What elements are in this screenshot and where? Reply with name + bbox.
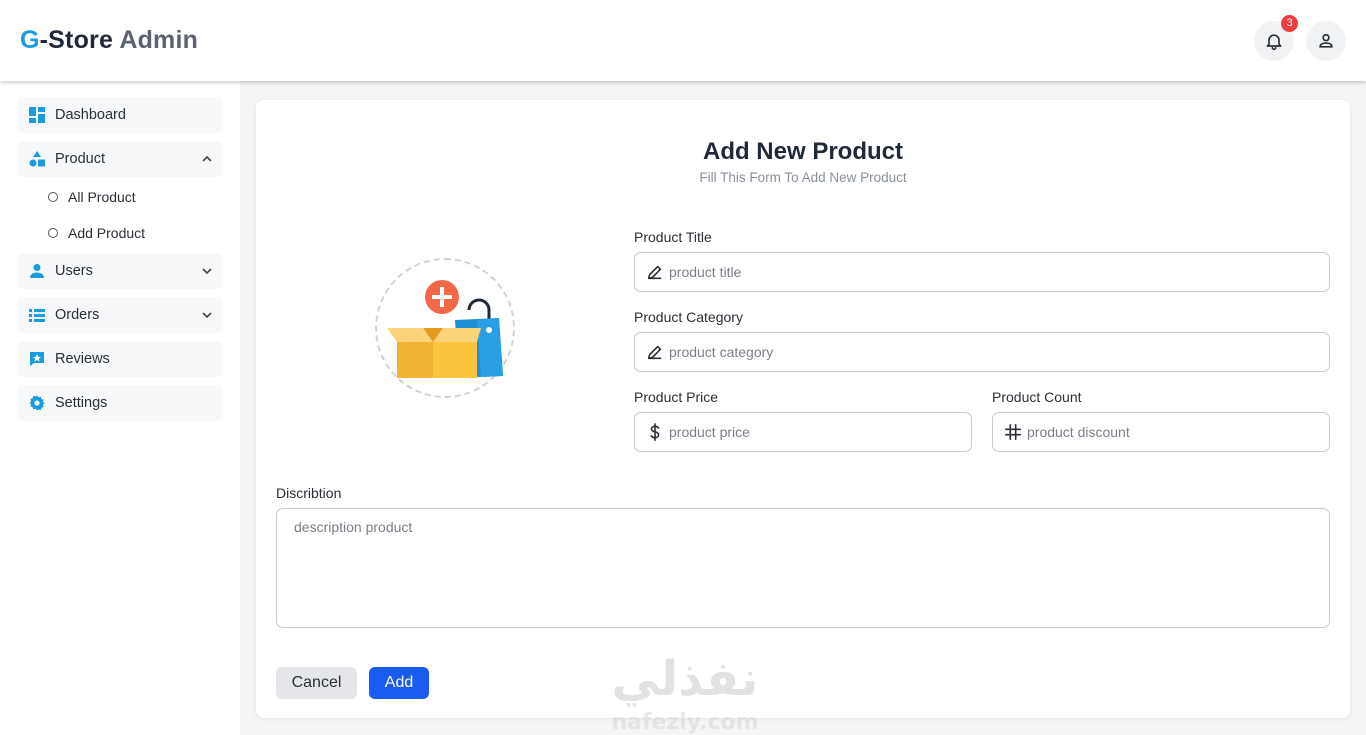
shapes-icon — [29, 151, 45, 167]
product-count-label: Product Count — [992, 389, 1082, 405]
app-logo[interactable]: G-Store Admin — [20, 26, 198, 55]
sidebar: Dashboard Product All Product Add Produc… — [0, 81, 240, 735]
sidebar-subitem-label: All Product — [68, 189, 136, 205]
logo-store: -Store — [39, 26, 114, 54]
product-price-input[interactable] — [669, 424, 938, 440]
product-category-label: Product Category — [634, 309, 743, 325]
product-count-input[interactable] — [1027, 424, 1296, 440]
product-title-field — [634, 252, 1330, 292]
sidebar-item-label: Users — [55, 263, 93, 279]
dashboard-icon — [29, 107, 45, 123]
notification-badge: 3 — [1281, 15, 1298, 32]
add-product-card: Add New Product Fill This Form To Add Ne… — [256, 100, 1350, 718]
dollar-icon — [645, 422, 665, 442]
notifications-button[interactable]: 3 — [1254, 15, 1298, 61]
description-label: Discribtion — [276, 485, 342, 501]
sidebar-item-users[interactable]: Users — [17, 253, 223, 289]
user-icon — [1319, 33, 1333, 48]
circle-icon — [48, 192, 58, 202]
sidebar-item-label: Product — [55, 151, 105, 167]
gear-icon — [29, 395, 45, 411]
circle-icon — [48, 228, 58, 238]
chevron-up-icon — [202, 155, 212, 162]
sidebar-item-orders[interactable]: Orders — [17, 297, 223, 333]
sidebar-item-reviews[interactable]: Reviews — [17, 341, 223, 377]
user-icon — [29, 263, 45, 279]
top-bar: G-Store Admin 3 — [0, 0, 1366, 81]
bell-icon — [1266, 34, 1282, 51]
sidebar-subitem-add-product[interactable]: Add Product — [48, 221, 145, 245]
product-category-input[interactable] — [669, 344, 1225, 360]
sidebar-item-product[interactable]: Product — [17, 141, 223, 177]
chevron-down-icon — [202, 268, 212, 275]
product-title-label: Product Title — [634, 229, 712, 245]
page-subtitle: Fill This Form To Add New Product — [699, 170, 907, 185]
logo-g: G — [20, 26, 40, 54]
sidebar-item-settings[interactable]: Settings — [17, 385, 223, 421]
product-count-field — [992, 412, 1330, 452]
sidebar-item-label: Orders — [55, 307, 100, 323]
sidebar-subitem-label: Add Product — [68, 225, 146, 241]
description-textarea[interactable] — [277, 509, 1329, 627]
chevron-down-icon — [202, 312, 212, 319]
product-box-icon — [387, 280, 503, 378]
product-title-input[interactable] — [669, 264, 1225, 280]
product-price-label: Product Price — [634, 389, 719, 405]
logo-admin: Admin — [119, 26, 199, 54]
sidebar-item-label: Reviews — [55, 351, 110, 367]
product-price-field — [634, 412, 972, 452]
hash-icon — [1003, 422, 1023, 442]
description-field — [276, 508, 1330, 628]
cancel-button[interactable]: Cancel — [276, 667, 357, 699]
list-icon — [29, 307, 45, 323]
pen-icon — [645, 342, 665, 362]
sidebar-subitem-all-product[interactable]: All Product — [48, 185, 136, 209]
page-title: Add New Product — [702, 138, 903, 165]
sidebar-item-label: Settings — [55, 395, 108, 411]
profile-button[interactable] — [1306, 21, 1346, 61]
product-category-field — [634, 332, 1330, 372]
sidebar-item-dashboard[interactable]: Dashboard — [17, 97, 223, 133]
review-icon — [29, 351, 45, 367]
pen-icon — [645, 262, 665, 282]
sidebar-item-label: Dashboard — [55, 107, 126, 123]
product-image-upload[interactable] — [375, 258, 515, 398]
add-button[interactable]: Add — [369, 667, 429, 699]
